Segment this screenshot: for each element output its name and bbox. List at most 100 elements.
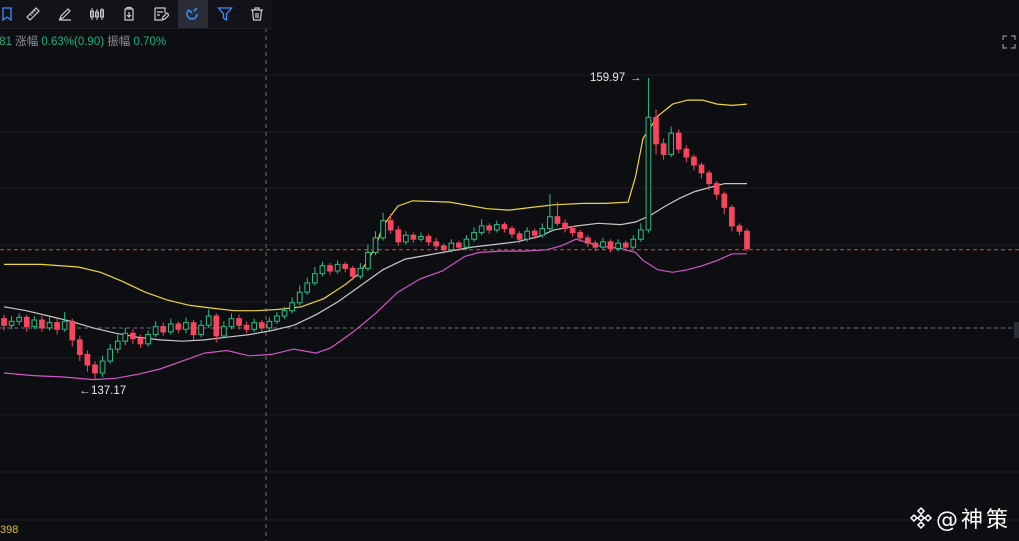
candle-body-down <box>584 237 591 244</box>
candle <box>160 322 167 336</box>
candle <box>190 319 197 340</box>
candle <box>486 223 493 234</box>
candle-body-down <box>387 220 394 231</box>
candle-body-up <box>463 238 470 248</box>
candle <box>8 316 15 330</box>
candle <box>145 330 151 347</box>
candle <box>16 313 23 326</box>
pen-tool[interactable] <box>50 0 80 28</box>
candle-body-up <box>357 267 364 277</box>
partial-price: .81 <box>0 36 12 48</box>
candle <box>478 219 485 236</box>
candle-body-down <box>577 232 584 239</box>
trash-tool[interactable] <box>242 0 272 28</box>
candle <box>167 318 174 335</box>
candlestick-tool[interactable] <box>82 0 112 28</box>
candle-body-up <box>8 320 15 326</box>
candle-body-up <box>380 220 386 239</box>
candle-body-down <box>349 267 356 277</box>
candle <box>61 312 68 332</box>
candle-body-down <box>562 222 568 230</box>
high-arrow: → <box>630 72 642 84</box>
candle-body-down <box>721 193 728 208</box>
candle <box>114 334 121 354</box>
candle <box>349 265 356 281</box>
candle-body-up <box>183 322 189 330</box>
candle <box>251 318 258 332</box>
candle-body-up <box>228 318 235 328</box>
candle <box>31 316 38 330</box>
candle-body-down <box>137 338 144 345</box>
candle <box>365 244 371 271</box>
filter-tool[interactable] <box>210 0 240 28</box>
edit-note-tool[interactable] <box>146 0 176 28</box>
high-annotation: 159.97 → <box>590 72 642 84</box>
candle-body-down <box>691 156 697 166</box>
low-arrow: ← <box>79 385 91 397</box>
candle <box>319 261 326 277</box>
candle-body-up <box>16 316 23 322</box>
candle-body-down <box>501 224 508 230</box>
candle <box>46 317 53 331</box>
clipboard-tool[interactable] <box>114 0 144 28</box>
candle <box>296 285 303 306</box>
magnet-tool[interactable] <box>178 0 208 28</box>
candle <box>122 327 129 346</box>
candle <box>698 162 705 179</box>
candle-body-down <box>258 322 265 329</box>
candle <box>198 319 204 338</box>
candlestick-icon <box>90 8 104 20</box>
candle <box>509 225 515 238</box>
candle-body-down <box>130 332 136 340</box>
expand-icon[interactable] <box>1002 35 1016 49</box>
price-axis-handle[interactable] <box>1014 322 1019 338</box>
candle-body-up <box>281 310 288 317</box>
candle-body-down <box>706 172 712 185</box>
watermark: @神策 <box>908 502 1011 534</box>
candle <box>410 232 417 244</box>
candle-body-up <box>418 236 424 240</box>
candle <box>501 221 508 233</box>
candle-body-down <box>433 241 440 247</box>
candle <box>683 145 690 163</box>
edit-note-icon <box>154 7 169 21</box>
candle-body-down <box>92 364 98 374</box>
candle <box>266 317 273 331</box>
high-label: 159.97 <box>590 72 625 84</box>
candle-body-down <box>698 164 705 174</box>
candle <box>130 329 136 344</box>
candle-body-up <box>107 348 113 362</box>
candle-body-down <box>683 148 690 158</box>
candle-body-down <box>516 233 523 240</box>
candle-body-up <box>471 232 477 240</box>
middle-band-line <box>3 183 747 342</box>
candle <box>357 263 364 279</box>
candle-body-down <box>607 241 614 249</box>
candle <box>691 154 697 171</box>
candle-body-down <box>327 265 333 272</box>
candle-body-up <box>638 229 644 240</box>
candle <box>562 219 568 233</box>
candle-body-down <box>410 234 417 240</box>
candle-body-down <box>440 245 447 251</box>
candle <box>175 321 182 334</box>
candle <box>402 231 409 245</box>
reference-lines <box>0 249 1019 329</box>
candle-body-up <box>46 322 53 329</box>
candle <box>463 235 470 250</box>
candle <box>569 225 576 237</box>
candlestick-chart[interactable]: 159.97 → ← 137.17 <box>0 0 1019 541</box>
candle <box>668 126 675 158</box>
candle <box>380 212 386 241</box>
candle-body-down <box>744 230 750 249</box>
candle <box>183 317 189 334</box>
amplitude-label: 振幅 <box>107 36 131 48</box>
candle <box>311 267 318 286</box>
candle-body-down <box>236 318 242 326</box>
candle <box>342 261 349 273</box>
ruler-tool[interactable] <box>18 0 48 28</box>
candle-body-up <box>304 282 311 293</box>
candle <box>433 237 440 250</box>
candle-body-up <box>114 340 121 350</box>
candle-body-up <box>289 302 295 312</box>
